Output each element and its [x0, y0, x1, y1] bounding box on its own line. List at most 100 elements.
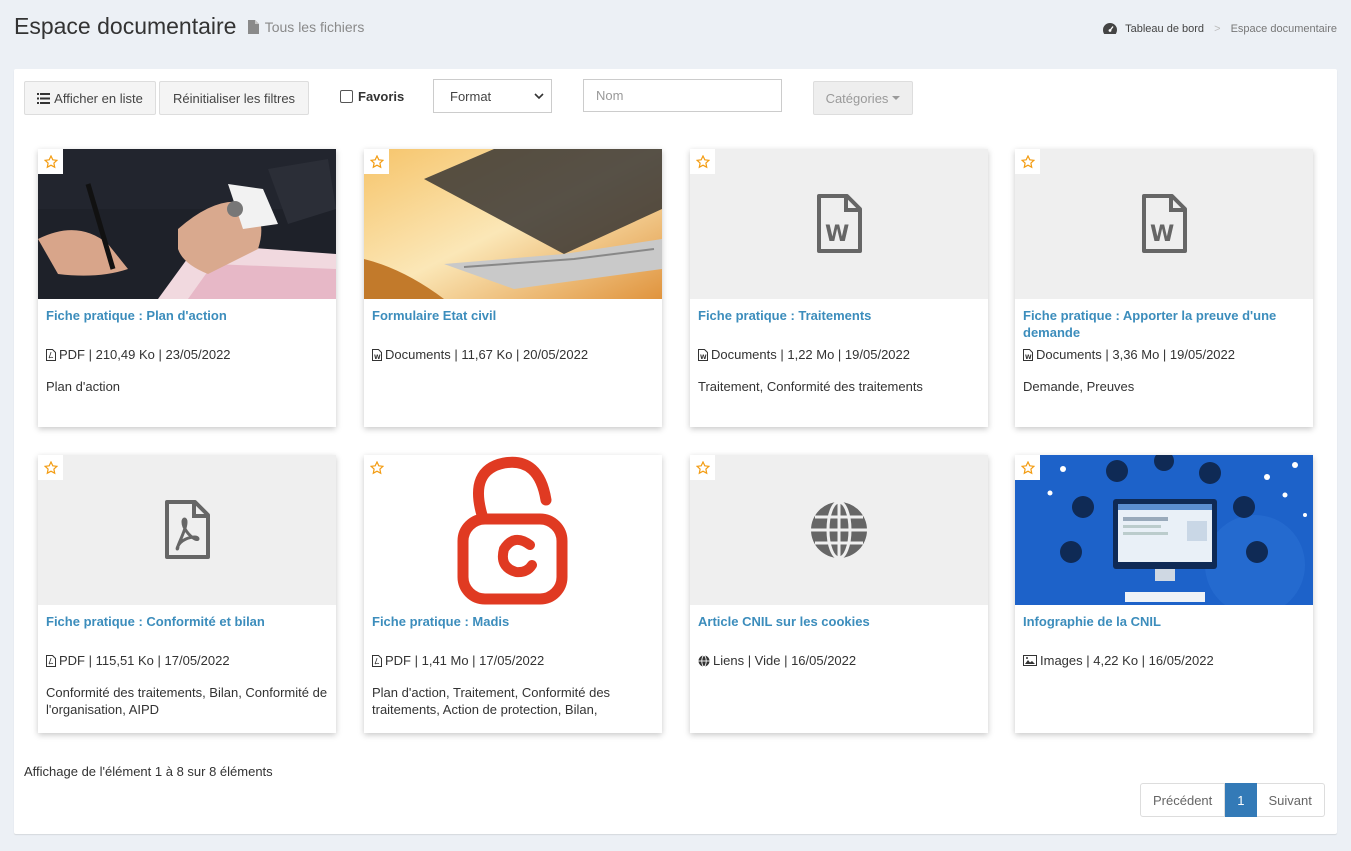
- dashboard-icon: [1103, 23, 1118, 34]
- breadcrumb-current: Espace documentaire: [1230, 23, 1337, 35]
- pdf-document-icon: [165, 500, 210, 559]
- list-view-button[interactable]: Afficher en liste: [24, 81, 156, 115]
- card-meta-text: Documents | 3,36 Mo | 19/05/2022: [1036, 347, 1235, 362]
- favorite-star-button[interactable]: [690, 455, 715, 480]
- list-icon: [37, 92, 51, 104]
- document-card[interactable]: W Fiche pratique : Traitements W Documen…: [690, 149, 988, 427]
- favorite-star-button[interactable]: [364, 149, 389, 174]
- card-meta-text: Images | 4,22 Ko | 16/05/2022: [1040, 653, 1214, 668]
- format-select[interactable]: Format: [433, 79, 552, 113]
- page-1-button[interactable]: 1: [1225, 783, 1257, 817]
- document-card[interactable]: Fiche pratique : Conformité et bilan PDF…: [38, 455, 336, 733]
- format-select-value: Format: [450, 88, 492, 104]
- star-icon: [369, 460, 384, 474]
- card-title-link[interactable]: Fiche pratique : Conformité et bilan: [46, 613, 328, 630]
- card-tags: Demande, Preuves: [1023, 379, 1135, 394]
- name-search-input[interactable]: Nom: [583, 79, 782, 112]
- laptop-photo: [364, 149, 662, 299]
- document-card[interactable]: W Fiche pratique : Apporter la preuve d'…: [1015, 149, 1313, 427]
- globe-icon: [811, 500, 867, 560]
- card-tags: Traitement, Conformité des traitements: [698, 379, 923, 394]
- word-file-icon: W: [1023, 348, 1033, 361]
- categories-dropdown-button[interactable]: Catégories: [813, 81, 913, 115]
- card-title-link[interactable]: Fiche pratique : Plan d'action: [46, 307, 328, 324]
- favorites-filter[interactable]: Favoris: [340, 89, 404, 104]
- star-icon: [43, 460, 58, 474]
- document-card[interactable]: Infographie de la CNIL Images | 4,22 Ko …: [1015, 455, 1313, 733]
- favorites-checkbox[interactable]: [340, 90, 353, 103]
- card-meta: Images | 4,22 Ko | 16/05/2022: [1023, 653, 1214, 668]
- favorites-label: Favoris: [358, 89, 405, 104]
- card-meta-text: Documents | 11,67 Ko | 20/05/2022: [385, 347, 589, 362]
- word-file-icon: W: [698, 348, 708, 361]
- image-file-icon: [1023, 655, 1037, 666]
- svg-text:W: W: [374, 354, 381, 361]
- card-meta-text: Documents | 1,22 Mo | 19/05/2022: [711, 347, 910, 362]
- next-page-button[interactable]: Suivant: [1256, 783, 1325, 817]
- favorite-star-button[interactable]: [1015, 149, 1040, 174]
- card-tags: Plan d'action: [46, 379, 121, 394]
- madis-padlock-logo: [457, 456, 568, 605]
- word-document-icon: W: [817, 194, 862, 253]
- card-thumbnail[interactable]: W: [690, 149, 988, 299]
- card-title-link[interactable]: Fiche pratique : Traitements: [698, 307, 980, 324]
- card-meta-text: PDF | 1,41 Mo | 17/05/2022: [385, 653, 545, 668]
- card-thumbnail[interactable]: [38, 149, 336, 299]
- card-meta-text: PDF | 115,51 Ko | 17/05/2022: [59, 653, 230, 668]
- card-meta-text: Liens | Vide | 16/05/2022: [713, 653, 857, 668]
- document-card[interactable]: Formulaire Etat civil W Documents | 11,6…: [364, 149, 662, 427]
- caret-down-icon: [892, 96, 901, 100]
- thumbnail-icon-wrap: W: [1015, 149, 1313, 299]
- star-icon: [1020, 154, 1035, 168]
- pdf-file-icon: [46, 654, 56, 667]
- star-icon: [695, 460, 710, 474]
- card-thumbnail[interactable]: [690, 455, 988, 605]
- documents-panel: Afficher en liste Réinitialiser les filt…: [14, 69, 1337, 834]
- document-card[interactable]: Fiche pratique : Madis PDF | 1,41 Mo | 1…: [364, 455, 662, 733]
- card-meta: W Documents | 1,22 Mo | 19/05/2022: [698, 347, 910, 362]
- card-title-link[interactable]: Fiche pratique : Apporter la preuve d'un…: [1023, 307, 1305, 341]
- svg-text:W: W: [1150, 222, 1174, 247]
- breadcrumb-home-link[interactable]: Tableau de bord: [1125, 23, 1204, 35]
- card-thumbnail[interactable]: W: [1015, 149, 1313, 299]
- card-title-link[interactable]: Article CNIL sur les cookies: [698, 613, 980, 630]
- favorite-star-button[interactable]: [38, 455, 63, 480]
- chevron-down-icon: [534, 93, 544, 100]
- card-meta: W Documents | 3,36 Mo | 19/05/2022: [1023, 347, 1235, 362]
- reset-filters-label: Réinitialiser les filtres: [172, 90, 296, 106]
- favorite-star-button[interactable]: [364, 455, 389, 480]
- card-title-link[interactable]: Formulaire Etat civil: [372, 307, 654, 324]
- card-thumbnail[interactable]: [38, 455, 336, 605]
- thumbnail-icon-wrap: W: [690, 149, 988, 299]
- document-card[interactable]: Fiche pratique : Plan d'action PDF | 210…: [38, 149, 336, 427]
- breadcrumb: Tableau de bord > Espace documentaire: [1103, 23, 1337, 35]
- card-title-link[interactable]: Fiche pratique : Madis: [372, 613, 654, 630]
- list-view-label: Afficher en liste: [54, 90, 143, 106]
- card-thumbnail[interactable]: [364, 455, 662, 605]
- card-meta: Liens | Vide | 16/05/2022: [698, 653, 856, 668]
- favorite-star-button[interactable]: [1015, 455, 1040, 480]
- reset-filters-button[interactable]: Réinitialiser les filtres: [159, 81, 309, 115]
- document-card[interactable]: Article CNIL sur les cookies Liens | Vid…: [690, 455, 988, 733]
- star-icon: [43, 154, 58, 168]
- favorite-star-button[interactable]: [38, 149, 63, 174]
- favorite-star-button[interactable]: [690, 149, 715, 174]
- card-title-link[interactable]: Infographie de la CNIL: [1023, 613, 1305, 630]
- card-tags: Plan d'action, Traitement, Conformité de…: [372, 685, 611, 717]
- star-icon: [1020, 460, 1035, 474]
- card-thumbnail[interactable]: [1015, 455, 1313, 605]
- card-meta-text: PDF | 210,49 Ko | 23/05/2022: [59, 347, 231, 362]
- star-icon: [369, 154, 384, 168]
- pagination: Précédent 1 Suivant: [1140, 783, 1325, 817]
- svg-text:W: W: [700, 354, 707, 361]
- infographic-computer-image: [1015, 455, 1313, 605]
- card-meta: PDF | 1,41 Mo | 17/05/2022: [372, 653, 544, 668]
- card-meta: W Documents | 11,67 Ko | 20/05/2022: [372, 347, 588, 362]
- thumbnail-icon-wrap: [38, 455, 336, 605]
- previous-page-button[interactable]: Précédent: [1140, 783, 1226, 817]
- word-document-icon: W: [1142, 194, 1187, 253]
- thumbnail-icon-wrap: [690, 455, 988, 605]
- categories-label: Catégories: [825, 90, 889, 106]
- globe-icon: [698, 654, 710, 667]
- card-thumbnail[interactable]: [364, 149, 662, 299]
